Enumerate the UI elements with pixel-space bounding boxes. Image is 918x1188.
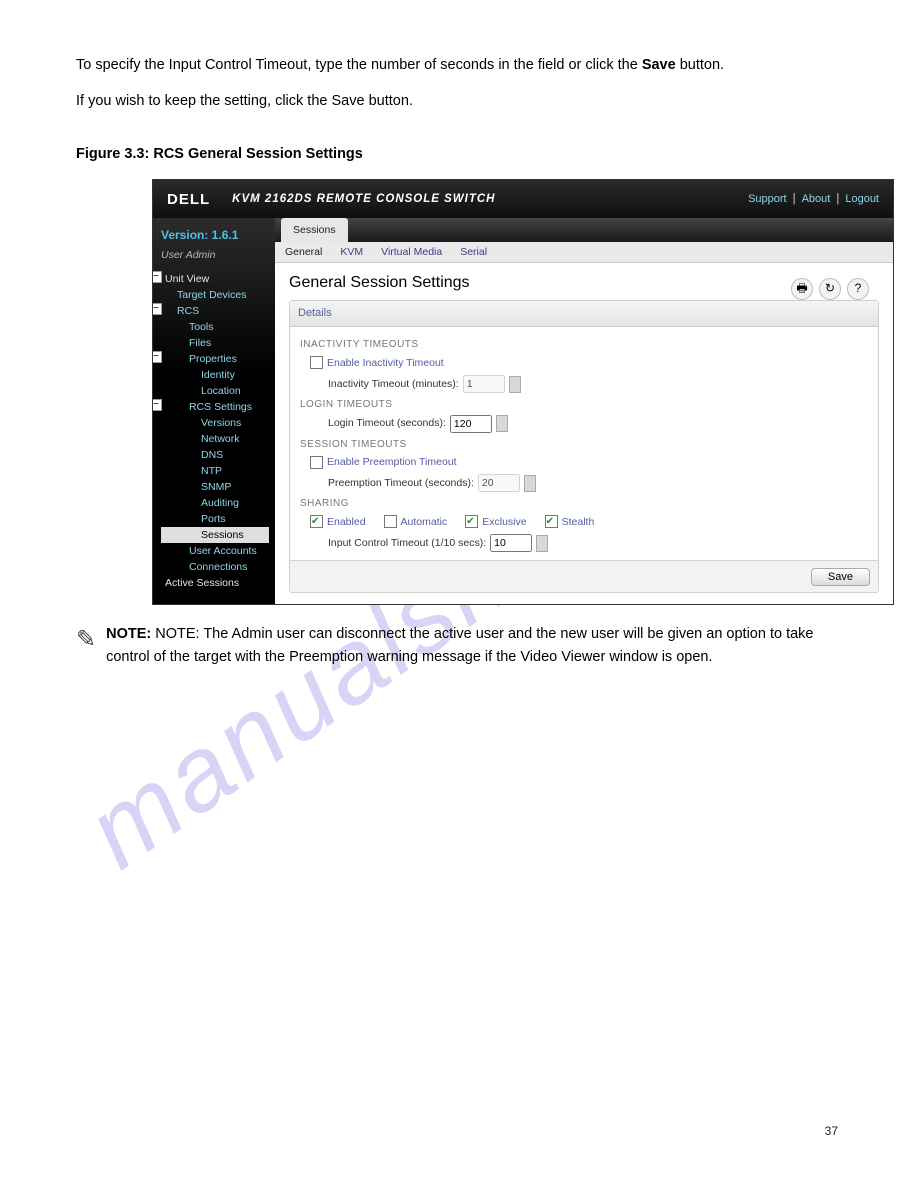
chk-stealth[interactable] [545, 515, 558, 528]
tree-identity[interactable]: Identity [161, 367, 269, 383]
subtab-serial[interactable]: Serial [460, 244, 487, 260]
tree-ports[interactable]: Ports [161, 511, 269, 527]
tree-network[interactable]: Network [161, 431, 269, 447]
stepper-icon[interactable] [509, 376, 521, 393]
tree-unit-view[interactable]: Unit View [161, 271, 269, 287]
app-title: KVM 2162DS REMOTE CONSOLE SWITCH [232, 191, 495, 209]
tab-sessions[interactable]: Sessions [281, 218, 348, 242]
input-inputctl[interactable] [490, 534, 532, 552]
stepper-icon[interactable] [536, 535, 548, 552]
chk-enabled[interactable] [310, 515, 323, 528]
help-icon[interactable]: ? [847, 278, 869, 300]
tree-properties[interactable]: Properties [161, 351, 269, 367]
doc-text-2: If you wish to keep the setting, click t… [76, 90, 842, 112]
tree-rcs[interactable]: RCS [161, 303, 269, 319]
link-logout[interactable]: Logout [845, 191, 879, 208]
input-inactivity[interactable] [463, 375, 505, 393]
subtab-general[interactable]: General [285, 244, 322, 260]
stepper-icon[interactable] [524, 475, 536, 492]
dell-logo: DELL [167, 188, 210, 211]
chk-inactivity[interactable] [310, 356, 323, 369]
sub-tab-bar: General KVM Virtual Media Serial [275, 242, 893, 263]
tree-dns[interactable]: DNS [161, 447, 269, 463]
field-preempt: Preemption Timeout (seconds): [328, 475, 474, 491]
user-label: User Admin [161, 247, 269, 263]
doc-text-1: To specify the Input Control Timeout, ty… [76, 54, 842, 76]
tree-user-accounts[interactable]: User Accounts [161, 543, 269, 559]
lbl-automatic: Automatic [401, 514, 448, 530]
tree-versions[interactable]: Versions [161, 415, 269, 431]
sec-session: SESSION TIMEOUTS [300, 437, 868, 453]
sidebar: Version: 1.6.1 User Admin Unit ViewTarge… [153, 218, 275, 604]
stepper-icon[interactable] [496, 415, 508, 432]
print-icon[interactable]: 🖶 [791, 278, 813, 300]
field-inactivity: Inactivity Timeout (minutes): [328, 376, 459, 392]
details-header: Details [290, 301, 878, 327]
note-text: NOTE: NOTE: The Admin user can disconnec… [106, 623, 842, 668]
link-support[interactable]: Support [748, 191, 787, 208]
figure-caption: Figure 3.3: RCS General Session Settings [76, 143, 842, 165]
subtab-kvm[interactable]: KVM [340, 244, 363, 260]
field-inputctl: Input Control Timeout (1/10 secs): [328, 535, 486, 551]
tree-files[interactable]: Files [161, 335, 269, 351]
tree-snmp[interactable]: SNMP [161, 479, 269, 495]
tree-active-sessions[interactable]: Active Sessions [161, 575, 269, 591]
lbl-enabled: Enabled [327, 514, 366, 530]
tree-rcs-settings[interactable]: RCS Settings [161, 399, 269, 415]
chk-automatic[interactable] [384, 515, 397, 528]
sec-login: LOGIN TIMEOUTS [300, 397, 868, 413]
tab-bar: Sessions [275, 218, 893, 242]
field-login: Login Timeout (seconds): [328, 415, 446, 431]
lbl-exclusive: Exclusive [482, 514, 526, 530]
tree-ntp[interactable]: NTP [161, 463, 269, 479]
link-about[interactable]: About [802, 191, 831, 208]
sec-inactivity: INACTIVITY TIMEOUTS [300, 337, 868, 353]
chk-preempt[interactable] [310, 456, 323, 469]
save-button[interactable]: Save [811, 568, 870, 586]
lbl-stealth: Stealth [562, 514, 595, 530]
screenshot: DELL KVM 2162DS REMOTE CONSOLE SWITCH Su… [152, 179, 894, 605]
subtab-virtualmedia[interactable]: Virtual Media [381, 244, 442, 260]
input-login[interactable] [450, 415, 492, 433]
tree-tools[interactable]: Tools [161, 319, 269, 335]
input-preempt[interactable] [478, 474, 520, 492]
sec-sharing: SHARING [300, 496, 868, 512]
tree-auditing[interactable]: Auditing [161, 495, 269, 511]
tree-sessions[interactable]: Sessions [161, 527, 269, 543]
chk-exclusive[interactable] [465, 515, 478, 528]
page-number: 37 [825, 1124, 838, 1138]
lbl-preempt: Enable Preemption Timeout [327, 454, 457, 470]
app-header: DELL KVM 2162DS REMOTE CONSOLE SWITCH Su… [153, 180, 893, 218]
tree-location[interactable]: Location [161, 383, 269, 399]
lbl-inactivity: Enable Inactivity Timeout [327, 355, 444, 371]
tree-connections[interactable]: Connections [161, 559, 269, 575]
note-icon: ✎ [76, 621, 96, 658]
version-label: Version: 1.6.1 [161, 226, 269, 245]
tree-target-devices[interactable]: Target Devices [161, 287, 269, 303]
refresh-icon[interactable]: ↻ [819, 278, 841, 300]
